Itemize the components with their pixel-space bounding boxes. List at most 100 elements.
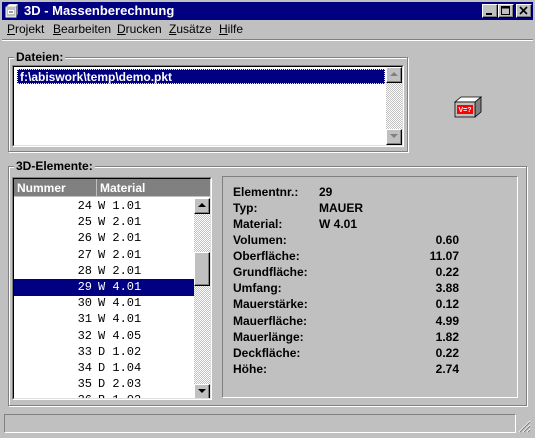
row-material: D 2.03	[98, 377, 142, 392]
close-button[interactable]	[516, 4, 532, 18]
file-list-scrollbar[interactable]	[386, 67, 402, 145]
row-material: D 1.02	[98, 344, 142, 359]
row-number: 26	[77, 231, 92, 246]
measure-value: 0.22	[435, 345, 459, 360]
menu-mnemonic: H	[219, 22, 228, 36]
row-material: W 2.01	[98, 231, 142, 246]
table-row[interactable]: 28 W 2.01	[14, 263, 195, 280]
elements-scrollbar[interactable]	[194, 198, 210, 398]
element-details-panel: Elementnr.: 29 Typ: MAUER Material: W 4.…	[222, 176, 518, 398]
elementnr-value: 29	[319, 185, 333, 199]
measure-label: Umfang:	[233, 281, 282, 296]
row-material: B 1.02	[98, 392, 141, 398]
menu-label: rojekt	[15, 22, 45, 36]
dateien-label: Dateien:	[14, 50, 66, 64]
resize-grip-icon[interactable]	[517, 419, 531, 433]
scroll-down-button[interactable]	[386, 129, 402, 145]
row-number: 29	[77, 280, 92, 294]
file-list-item[interactable]: f:\abiswork\temp\demo.pkt	[17, 69, 385, 84]
table-row[interactable]: 25 W 2.01	[14, 214, 195, 231]
row-material: W 1.01	[98, 199, 142, 213]
row-number: 31	[77, 312, 92, 327]
table-row[interactable]: 31 W 4.01	[14, 311, 195, 328]
menu-drucken[interactable]: Drucken	[117, 22, 162, 36]
row-number: 28	[77, 263, 92, 278]
table-row[interactable]: 34 D 1.04	[14, 360, 195, 377]
app-icon[interactable]	[5, 4, 19, 18]
table-row[interactable]: 30 W 4.01	[14, 295, 195, 312]
menu-label: ilfe	[227, 22, 244, 36]
row-material: D 1.04	[98, 361, 142, 375]
elemente-label: 3D-Elemente:	[14, 159, 95, 173]
minimize-icon	[486, 13, 492, 15]
measure-value: 11.07	[429, 249, 459, 264]
table-row[interactable]: 32 W 4.05	[14, 328, 195, 345]
scroll-up-button[interactable]	[194, 198, 210, 214]
table-row[interactable]: 29 W 4.01	[14, 279, 195, 296]
material-value: W 4.01	[319, 217, 358, 231]
row-number: 27	[77, 247, 92, 262]
row-number: 35	[77, 377, 92, 392]
elementnr-label: Elementnr.:	[233, 185, 299, 199]
measure-label: Oberfläche:	[233, 249, 300, 264]
table-row[interactable]: 24 W 1.01	[14, 198, 195, 215]
menu-label: usätze	[176, 22, 212, 36]
row-number: 33	[77, 344, 92, 359]
measure-value: 4.99	[435, 313, 459, 328]
row-material: W 2.01	[98, 263, 142, 278]
scroll-thumb[interactable]	[194, 252, 210, 286]
row-material: W 4.05	[98, 328, 142, 343]
row-material: W 4.01	[98, 312, 142, 327]
column-header-material[interactable]: Material	[97, 179, 210, 197]
app-window: 3D - Massenberechnung Projekt Bearbeiten…	[0, 0, 535, 438]
row-number: 25	[77, 215, 92, 230]
measure-value: 3.88	[435, 281, 459, 296]
typ-value: MAUER	[319, 201, 363, 215]
measure-label: Höhe:	[233, 361, 267, 376]
scroll-down-button[interactable]	[194, 384, 210, 398]
menu-mnemonic: P	[7, 22, 16, 36]
title-bar[interactable]: 3D - Massenberechnung	[2, 2, 533, 20]
menu-zusaetze[interactable]: Zusätze	[169, 22, 212, 36]
row-number: 34	[77, 361, 92, 375]
maximize-icon	[501, 6, 510, 15]
measure-label: Volumen:	[233, 233, 287, 247]
maximize-button[interactable]	[498, 4, 514, 18]
row-material: W 4.01	[98, 280, 142, 294]
column-header-nummer[interactable]: Nummer	[14, 179, 97, 197]
measure-label: Mauerfläche:	[233, 313, 308, 328]
material-label: Material:	[233, 217, 283, 231]
status-bar	[4, 414, 516, 433]
menu-mnemonic: B	[53, 22, 62, 36]
table-body: 24 W 1.01 25 W 2.01 26 W 2.01 27 W 2.01 28 W 2.01…	[14, 198, 195, 398]
menu-projekt[interactable]: Projekt	[7, 22, 44, 36]
menu-bearbeiten[interactable]: Bearbeiten	[53, 22, 111, 36]
measure-label: Mauerstärke:	[233, 297, 308, 312]
scroll-up-button[interactable]	[386, 67, 402, 83]
measure-label: Deckfläche:	[233, 345, 301, 360]
arrow-down-icon	[390, 134, 398, 138]
close-icon	[519, 6, 528, 15]
menu-label: earbeiten	[61, 22, 112, 36]
arrow-up-icon	[198, 203, 206, 207]
elements-table[interactable]: Nummer Material 24 W 1.01 25 W 2.01 26 W 2.01…	[12, 177, 212, 400]
table-row[interactable]: 35 D 2.03	[14, 376, 195, 393]
menu-hilfe[interactable]: Hilfe	[219, 22, 243, 36]
row-number: 24	[77, 199, 92, 213]
window-title: 3D - Massenberechnung	[24, 3, 175, 18]
measure-value: 0.60	[435, 233, 459, 247]
row-number: 32	[77, 328, 92, 343]
table-row[interactable]: 26 W 2.01	[14, 230, 195, 247]
measure-value: 0.22	[435, 265, 459, 280]
menu-bar: Projekt Bearbeiten Drucken Zusätze Hilfe	[2, 21, 533, 39]
volume-cube-icon[interactable]: V=?	[453, 96, 483, 118]
row-number: 36	[14, 392, 92, 398]
arrow-down-icon	[198, 389, 206, 393]
table-row[interactable]: 33 D 1.02	[14, 344, 195, 361]
file-list[interactable]: f:\abiswork\temp\demo.pkt	[12, 65, 404, 147]
table-row[interactable]: 36 B 1.02	[14, 392, 195, 398]
table-row[interactable]: 27 W 2.01	[14, 247, 195, 264]
minimize-button[interactable]	[482, 4, 498, 18]
measure-value: 0.12	[435, 297, 459, 312]
menu-mnemonic: D	[117, 22, 126, 36]
